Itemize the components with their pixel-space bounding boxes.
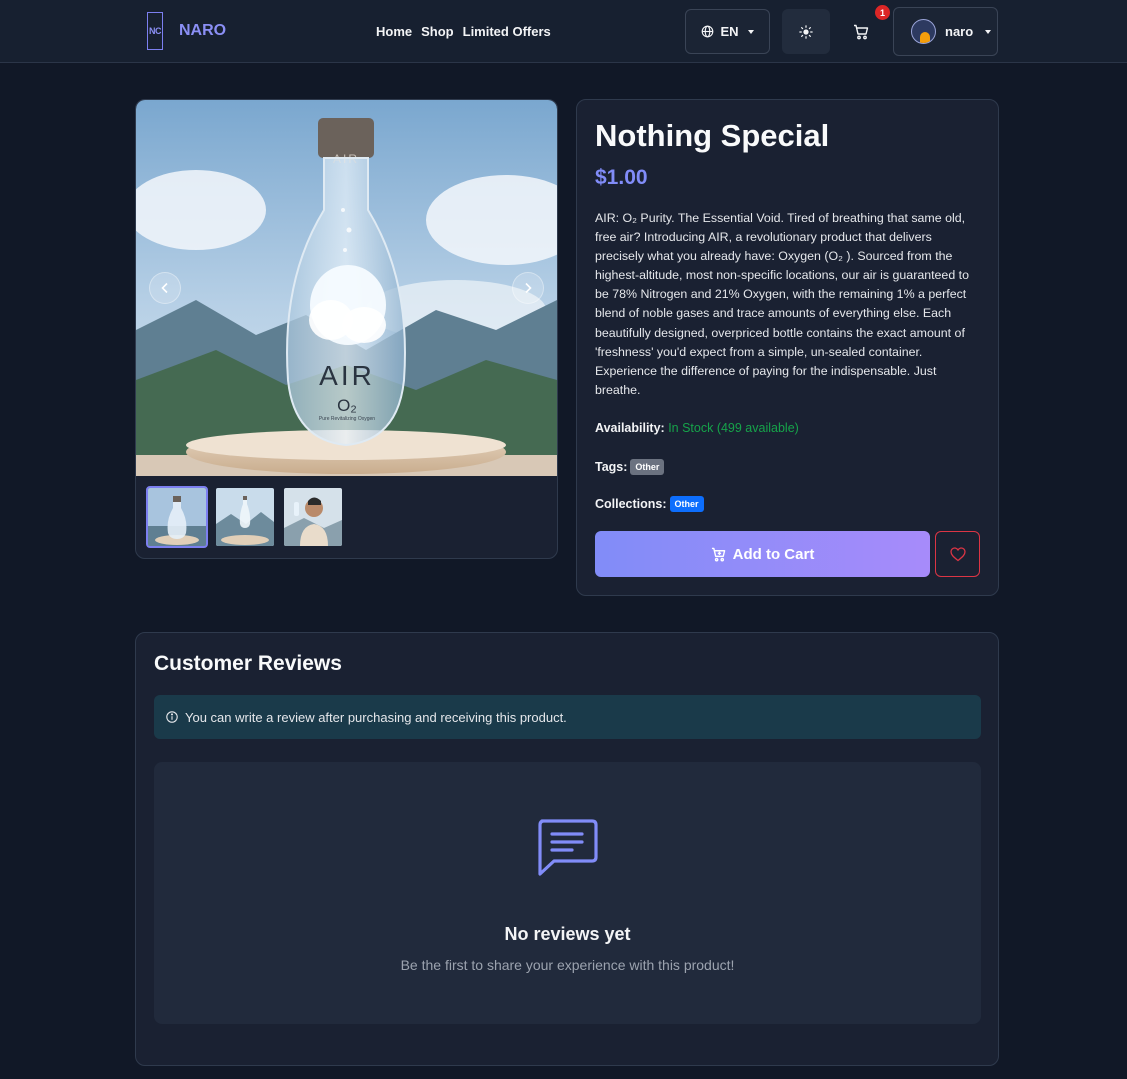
chevron-down-icon — [985, 29, 992, 34]
review-info-alert: You can write a review after purchasing … — [154, 695, 981, 739]
chevron-down-icon — [747, 29, 754, 34]
empty-reviews-state: No reviews yet Be the first to share you… — [154, 762, 981, 1024]
tags-row: Tags: Other — [595, 459, 665, 475]
add-to-cart-button[interactable]: Add to Cart — [595, 531, 930, 577]
product-title: Nothing Special — [595, 118, 830, 153]
language-dropdown[interactable]: EN — [685, 9, 770, 54]
thumbnail-strip — [146, 486, 344, 548]
carousel-next-button[interactable] — [512, 272, 544, 304]
thumbnail-1[interactable] — [146, 486, 208, 548]
product-main-image[interactable]: AIR AIR O₂ Pure Revitalizing Oxygen — [136, 100, 557, 476]
empty-reviews-subtitle: Be the first to share your experience wi… — [400, 957, 735, 973]
chevron-left-icon — [161, 282, 168, 294]
heart-icon — [949, 546, 966, 561]
collection-badge[interactable]: Other — [669, 496, 704, 512]
theme-toggle-button[interactable] — [782, 9, 830, 54]
chevron-right-icon — [525, 282, 532, 294]
language-label: EN — [720, 24, 739, 39]
add-to-cart-label: Add to Cart — [732, 545, 815, 563]
product-info-card: Nothing Special $1.00 AIR: O₂ Purity. Th… — [576, 99, 999, 596]
cart-count-badge: 1 — [875, 5, 890, 20]
bottle-tagline-text: Pure Revitalizing Oxygen — [319, 416, 375, 422]
nav-link-limited-offers[interactable]: Limited Offers — [463, 24, 551, 39]
avatar — [911, 19, 936, 44]
product-gallery: AIR AIR O₂ Pure Revitalizing Oxygen — [135, 99, 558, 559]
wishlist-button[interactable] — [935, 531, 980, 577]
tag-badge[interactable]: Other — [630, 459, 665, 475]
collections-label: Collections: — [595, 497, 667, 511]
brand-link[interactable]: NC NARO — [147, 12, 226, 50]
thumbnail-2[interactable] — [214, 486, 276, 548]
thumbnail-3[interactable] — [282, 486, 344, 548]
brand-logo: NC — [147, 12, 163, 50]
main-nav: Home Shop Limited Offers — [376, 24, 551, 39]
bottle-formula-text: O₂ — [337, 396, 357, 415]
globe-icon — [702, 25, 714, 38]
brand-name: NARO — [179, 22, 227, 39]
empty-reviews-title: No reviews yet — [504, 924, 631, 944]
review-info-text: You can write a review after purchasing … — [185, 709, 567, 725]
collections-row: Collections: Other — [595, 496, 704, 512]
info-icon — [166, 711, 178, 723]
tags-label: Tags: — [595, 460, 628, 474]
chat-bubble-icon — [538, 819, 598, 876]
sun-icon — [799, 24, 813, 39]
availability-label: Availability: — [595, 421, 665, 435]
customer-reviews-section: Customer Reviews You can write a review … — [135, 632, 999, 1066]
availability-row: Availability: In Stock (499 available) — [595, 421, 799, 435]
cart-icon — [853, 24, 868, 39]
product-price: $1.00 — [595, 166, 648, 189]
availability-value: In Stock (499 available) — [668, 421, 799, 435]
carousel-prev-button[interactable] — [149, 272, 181, 304]
nav-link-home[interactable]: Home — [376, 24, 412, 39]
nav-link-shop[interactable]: Shop — [421, 24, 454, 39]
cart-plus-icon — [711, 547, 725, 561]
product-description: AIR: O₂ Purity. The Essential Void. Tire… — [595, 211, 969, 397]
user-menu-dropdown[interactable]: naro — [893, 7, 998, 56]
bottle-brand-text: AIR — [319, 360, 375, 391]
reviews-title: Customer Reviews — [154, 652, 342, 675]
navbar: NC NARO Home Shop Limited Offers EN 1 na… — [0, 0, 1127, 63]
username-label: naro — [945, 24, 974, 39]
